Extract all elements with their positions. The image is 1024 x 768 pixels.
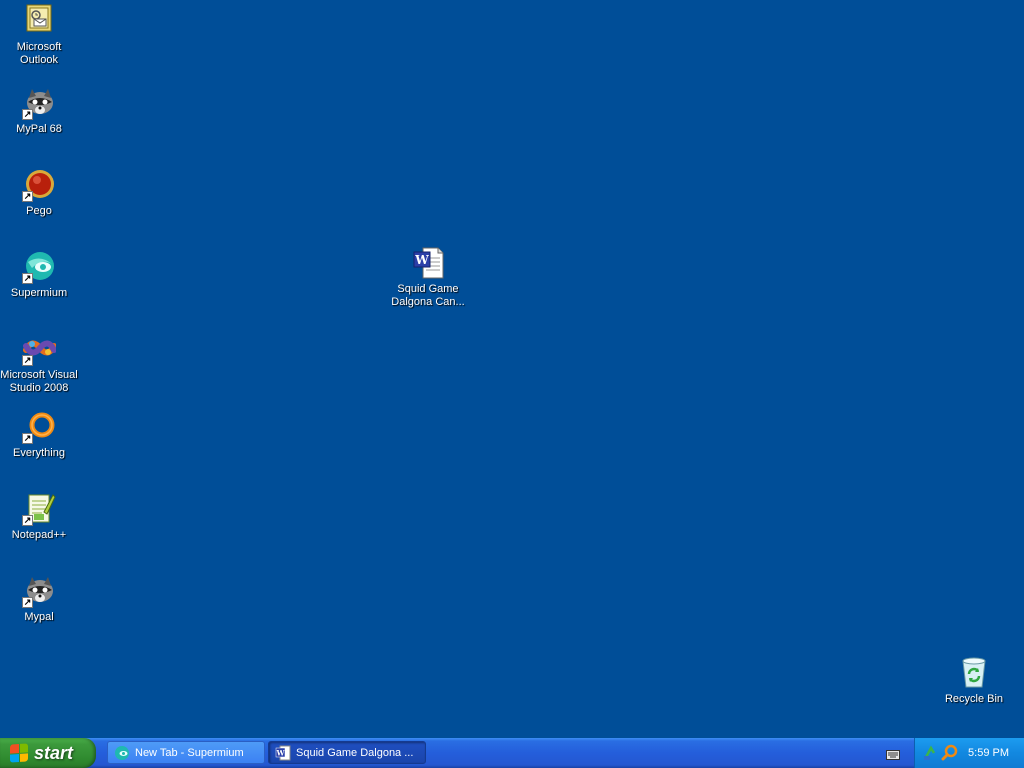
network-icon[interactable]	[923, 745, 939, 766]
desktop-icon-label: Pego	[26, 205, 52, 217]
windows-logo-icon	[10, 743, 28, 763]
desktop-icon-label: Recycle Bin	[944, 693, 1004, 705]
shortcut-arrow-icon: ↗	[22, 597, 33, 608]
taskbar-button-word-document[interactable]: W Squid Game Dalgona ...	[268, 741, 426, 764]
recycle-bin-icon	[957, 656, 991, 690]
desktop-icon-label: Microsoft Outlook	[16, 41, 62, 66]
shortcut-arrow-icon: ↗	[22, 273, 33, 284]
desktop-icon-visual-studio-2008[interactable]: ↗ Microsoft Visual Studio 2008	[0, 332, 78, 395]
desktop-icon-notepadpp[interactable]: ↗ Notepad++	[0, 492, 78, 542]
taskbar-button-supermium[interactable]: New Tab - Supermium	[107, 741, 265, 764]
outlook-icon	[22, 4, 56, 38]
svg-text:W: W	[414, 253, 429, 267]
supermium-icon	[114, 745, 130, 761]
desktop-icon-everything[interactable]: ↗ Everything	[0, 410, 78, 460]
desktop-icon-label: Supermium	[10, 287, 68, 299]
system-tray: 5:59 PM	[914, 738, 1024, 768]
desktop-icon-label: Squid Game Dalgona Can...	[391, 283, 465, 308]
desktop-icon-mypal[interactable]: ↗ Mypal	[0, 574, 78, 624]
start-button[interactable]: start	[0, 738, 96, 768]
visual-studio-icon: ↗	[22, 332, 57, 366]
mypal-icon: ↗	[22, 86, 56, 120]
desktop-icon-outlook[interactable]: Microsoft Outlook	[0, 4, 78, 67]
shortcut-arrow-icon: ↗	[22, 433, 33, 444]
word-document-icon: W	[411, 246, 445, 280]
desktop-icon-squid-game-document[interactable]: W Squid Game Dalgona Can...	[389, 246, 467, 309]
shortcut-arrow-icon: ↗	[22, 191, 33, 202]
search-icon[interactable]	[941, 744, 959, 767]
desktop-icon-label: Notepad++	[11, 529, 67, 541]
desktop-icon-label: Everything	[13, 447, 65, 459]
svg-text:W: W	[276, 748, 285, 757]
start-label: start	[34, 742, 74, 763]
desktop-icon-label: Microsoft Visual Studio 2008	[0, 369, 78, 394]
clock[interactable]: 5:59 PM	[968, 747, 1009, 759]
desktop-icon-pego[interactable]: ↗ Pego	[0, 168, 78, 218]
supermium-icon: ↗	[22, 250, 56, 284]
pego-icon: ↗	[22, 168, 56, 202]
desktop[interactable]: Microsoft Outlook ↗ MyPal 68 ↗ Pego ↗ Su…	[0, 0, 1024, 738]
shortcut-arrow-icon: ↗	[22, 515, 33, 526]
desktop-icon-label: Mypal	[24, 611, 54, 623]
notepadpp-icon: ↗	[22, 492, 56, 526]
desktop-icon-mypal-68[interactable]: ↗ MyPal 68	[0, 86, 78, 136]
shortcut-arrow-icon: ↗	[22, 355, 33, 366]
keyboard-layout-icon[interactable]	[886, 747, 900, 760]
shortcut-arrow-icon: ↗	[22, 109, 33, 120]
desktop-icon-supermium[interactable]: ↗ Supermium	[0, 250, 78, 300]
everything-icon: ↗	[22, 410, 56, 444]
taskbar-button-label: Squid Game Dalgona ...	[296, 746, 414, 759]
taskbar: start New Tab - Supermium W Squid Game D…	[0, 738, 1024, 768]
desktop-icon-label: MyPal 68	[16, 123, 62, 135]
desktop-icon-recycle-bin[interactable]: Recycle Bin	[935, 656, 1013, 706]
word-icon: W	[275, 745, 291, 761]
taskbar-button-label: New Tab - Supermium	[135, 746, 244, 759]
mypal-icon: ↗	[22, 574, 56, 608]
